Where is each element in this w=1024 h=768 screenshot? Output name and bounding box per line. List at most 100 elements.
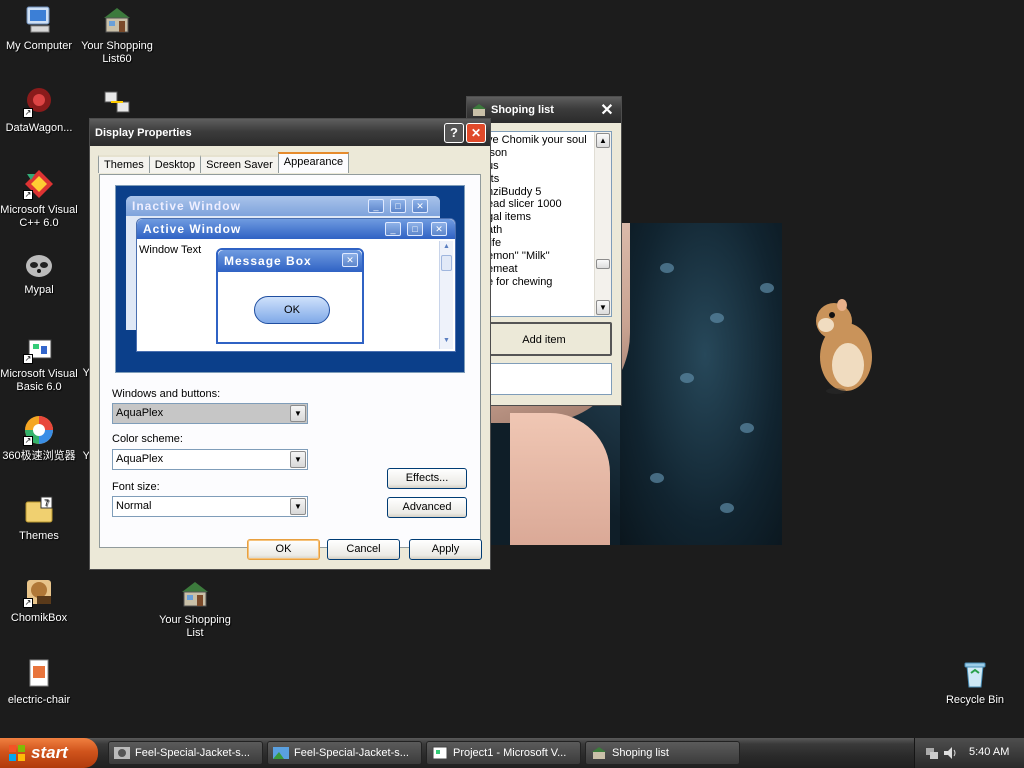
font-size-select[interactable]: Normal ▼ [112, 496, 308, 517]
list-scrollbar[interactable]: ▲ ▼ [594, 132, 611, 316]
scroll-thumb[interactable] [596, 259, 610, 269]
icon-label: My Computer [5, 40, 73, 52]
shop-building-icon [101, 4, 133, 36]
desktop-icon-your-shopping-list[interactable]: Your Shopping List [156, 578, 234, 640]
shortcut-arrow-icon: ↗ [23, 354, 33, 364]
chevron-down-icon[interactable]: ▼ [290, 405, 306, 422]
tab-appearance[interactable]: Appearance [277, 152, 350, 173]
desktop-icon-network[interactable] [78, 86, 156, 122]
taskbar-item-project1[interactable]: Project1 - Microsoft V... [426, 741, 581, 765]
desktop-icon-themes[interactable]: 7 Themes [0, 494, 78, 543]
chomikbox-icon: ↗ [23, 576, 55, 608]
desktop-icon-mypal[interactable]: Mypal [0, 248, 78, 297]
tab-screen-saver[interactable]: Screen Saver [200, 155, 279, 173]
icon-label: Recycle Bin [945, 694, 1005, 706]
color-scheme-select[interactable]: AquaPlex ▼ [112, 449, 308, 470]
task-label: Feel-Special-Jacket-s... [135, 747, 250, 759]
close-button[interactable]: ✕ [466, 122, 486, 143]
datawagon-icon: ↗ [23, 86, 55, 118]
windows-buttons-value: AquaPlex [116, 407, 164, 419]
clock[interactable]: 5:40 AM [969, 746, 1009, 758]
hamster-desktop-pet[interactable] [812, 295, 876, 395]
list-item[interactable]: us [487, 160, 611, 173]
list-item[interactable]: nziBuddy 5 [487, 186, 611, 199]
task-label: Feel-Special-Jacket-s... [294, 747, 409, 759]
360-browser-icon: ↗ [23, 414, 55, 446]
computer-icon [23, 4, 55, 36]
taskbar: start Feel-Special-Jacket-s... Feel-Spec… [0, 738, 1024, 768]
themes-folder-icon: 7 [23, 494, 55, 526]
desktop-icon-visual-cpp[interactable]: ↗ Microsoft Visual C++ 6.0 [0, 168, 78, 230]
system-tray: 5:40 AM [914, 738, 1024, 768]
list-item[interactable]: ath [487, 224, 611, 237]
window-text-sample: Window Text [139, 244, 202, 256]
shopping-list-title: Shoping list [491, 104, 554, 116]
list-item[interactable]: ead slicer 1000 [487, 198, 611, 211]
apply-button[interactable]: Apply [409, 539, 482, 560]
network-icon [101, 86, 133, 118]
taskbar-item-feel-special-1[interactable]: Feel-Special-Jacket-s... [108, 741, 263, 765]
tab-desktop[interactable]: Desktop [148, 155, 202, 173]
tab-strip: Themes Desktop Screen Saver Appearance [98, 152, 350, 173]
icon-label: DataWagon... [5, 122, 73, 134]
shopping-items-listbox[interactable]: ve Chomik your soul ison us rts nziBuddy… [486, 131, 612, 317]
taskbar-item-shoping-list[interactable]: Shoping list [585, 741, 740, 765]
list-item[interactable]: rts [487, 173, 611, 186]
shop-building-icon [179, 578, 211, 610]
chevron-down-icon[interactable]: ▼ [290, 498, 306, 515]
document-icon [23, 658, 55, 690]
cancel-button[interactable]: Cancel [327, 539, 400, 560]
list-item[interactable]: ve Chomik your soul [487, 134, 611, 147]
tab-themes[interactable]: Themes [98, 155, 150, 173]
svg-text:7: 7 [44, 498, 49, 508]
picture-icon [273, 746, 289, 760]
windows-buttons-select[interactable]: AquaPlex ▼ [112, 403, 308, 424]
shop-app-icon [471, 103, 487, 117]
icon-label: Your Shopping List60 [81, 40, 153, 65]
desktop-icon-my-computer[interactable]: My Computer [0, 4, 78, 53]
desktop-icon-datawagon[interactable]: ↗ DataWagon... [0, 86, 78, 135]
list-item[interactable]: ison [487, 147, 611, 160]
scroll-down-icon[interactable]: ▼ [596, 300, 610, 315]
scroll-up-icon[interactable]: ▲ [596, 133, 610, 148]
desktop-icon-visual-basic[interactable]: ↗ Microsoft Visual Basic 6.0 [0, 332, 78, 394]
list-item[interactable]: emeat [487, 263, 611, 276]
list-item[interactable]: e for chewing [487, 276, 611, 289]
window-title: Display Properties [95, 126, 192, 139]
message-box-preview: Message Box ✕ OK [216, 248, 364, 344]
list-item[interactable]: emon'' ''Milk'' [487, 250, 611, 263]
close-icon[interactable]: ✕ [597, 100, 617, 120]
desktop-icon-recycle-bin[interactable]: Recycle Bin [936, 658, 1014, 707]
list-item[interactable]: life [487, 237, 611, 250]
shop-building-icon [591, 746, 607, 760]
message-box-title: Message Box [218, 250, 362, 272]
effects-button[interactable]: Effects... [387, 468, 467, 489]
appearance-preview: Inactive Window _ □ ✕ Active Window _ □ … [115, 185, 465, 373]
windows-logo-icon [8, 744, 26, 762]
icon-label: Microsoft Visual C++ 6.0 [0, 204, 78, 229]
preview-ok-button: OK [254, 296, 330, 324]
ok-button[interactable]: OK [247, 539, 320, 560]
network-tray-icon[interactable] [925, 746, 939, 760]
taskbar-item-feel-special-2[interactable]: Feel-Special-Jacket-s... [267, 741, 422, 765]
icon-label: Themes [19, 530, 59, 542]
shortcut-arrow-icon: ↗ [23, 598, 33, 608]
new-item-input[interactable] [476, 363, 612, 395]
add-item-button[interactable]: Add item [476, 322, 612, 356]
desktop-icon-chomikbox[interactable]: ↗ ChomikBox [0, 576, 78, 625]
chevron-down-icon[interactable]: ▼ [290, 451, 306, 468]
color-scheme-value: AquaPlex [116, 453, 164, 465]
desktop-icon-your-shopping-list60[interactable]: Your Shopping List60 [78, 4, 156, 66]
icon-label: Mypal [24, 284, 54, 296]
start-button[interactable]: start [0, 738, 98, 768]
help-button[interactable]: ? [444, 122, 464, 143]
image-viewer-icon [114, 746, 130, 760]
volume-tray-icon[interactable] [943, 746, 957, 760]
desktop-icon-electric-chair[interactable]: electric-chair [0, 658, 78, 707]
shortcut-arrow-icon: ↗ [23, 108, 33, 118]
task-label: Project1 - Microsoft V... [453, 747, 567, 759]
advanced-button[interactable]: Advanced [387, 497, 467, 518]
display-properties-titlebar[interactable]: Display Properties ? ✕ [90, 119, 490, 146]
icon-label: ChomikBox [10, 612, 68, 624]
list-item[interactable]: gal items [487, 211, 611, 224]
